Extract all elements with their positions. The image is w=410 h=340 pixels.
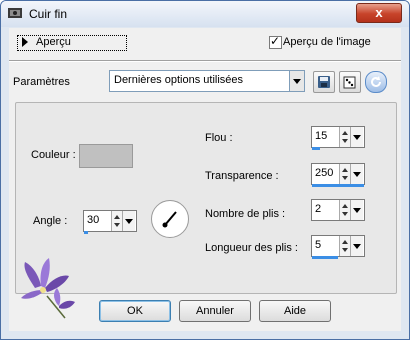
chevron-down-icon[interactable] <box>289 71 304 91</box>
angle-label: Angle : <box>33 215 68 227</box>
plis-value: 2 <box>315 203 322 215</box>
ok-button-label: OK <box>127 305 143 317</box>
help-button[interactable]: Aide <box>259 300 331 322</box>
chevron-down-icon[interactable] <box>350 236 363 256</box>
spin-down-icon[interactable] <box>342 176 348 180</box>
settings-selected-value: Dernières options utilisées <box>114 74 244 86</box>
plis-label: Nombre de plis : <box>205 208 286 220</box>
checkmark-icon: ✓ <box>270 34 281 48</box>
flou-level-bar <box>312 147 320 150</box>
spin-down-icon[interactable] <box>342 212 348 216</box>
longueur-spinner[interactable] <box>339 236 350 256</box>
angle-field[interactable]: 30 <box>83 210 137 234</box>
preview-toggle-button[interactable]: Aperçu <box>17 35 127 51</box>
window-title: Cuir fin <box>29 7 68 21</box>
close-button[interactable]: x <box>356 3 402 23</box>
chevron-down-icon[interactable] <box>122 211 135 231</box>
spin-down-icon[interactable] <box>342 139 348 143</box>
app-icon <box>8 8 22 18</box>
cancel-button[interactable]: Annuler <box>179 300 251 322</box>
random-icon <box>343 76 356 89</box>
dialog-client-area: Aperçu ✓ Aperçu de l'image Paramètres De… <box>9 28 401 331</box>
flou-value: 15 <box>315 130 328 142</box>
flou-spinner[interactable] <box>339 127 350 147</box>
spin-up-icon[interactable] <box>342 131 348 135</box>
spin-up-icon[interactable] <box>114 215 120 219</box>
random-settings-button[interactable] <box>339 71 361 93</box>
angle-dial[interactable] <box>151 200 189 238</box>
flou-field[interactable]: 15 <box>311 126 365 150</box>
separator <box>9 60 401 62</box>
plis-field[interactable]: 2 <box>311 199 365 221</box>
transparence-field[interactable]: 250 <box>311 163 365 187</box>
reset-settings-button[interactable] <box>365 71 387 93</box>
longueur-level-bar <box>312 256 338 259</box>
angle-value: 30 <box>87 214 100 226</box>
dialog-window: Cuir fin x Aperçu ✓ Aperçu de l'image Pa… <box>0 0 410 340</box>
color-label: Couleur : <box>31 149 76 161</box>
longueur-value: 5 <box>315 239 322 251</box>
preview-row: Aperçu ✓ Aperçu de l'image <box>15 34 395 52</box>
save-icon <box>318 76 330 88</box>
spin-up-icon[interactable] <box>342 168 348 172</box>
chevron-down-icon[interactable] <box>350 164 363 184</box>
settings-select[interactable]: Dernières options utilisées <box>109 70 305 92</box>
ok-button[interactable]: OK <box>99 300 171 322</box>
plis-spinner[interactable] <box>339 200 350 220</box>
longueur-label: Longueur des plis : <box>205 242 298 254</box>
title-bar: Cuir fin x <box>1 1 409 27</box>
transparence-label: Transparence : <box>205 170 279 182</box>
angle-spinner[interactable] <box>111 211 122 231</box>
transparence-value: 250 <box>315 167 334 179</box>
angle-level-bar <box>84 231 88 234</box>
flou-label: Flou : <box>205 132 233 144</box>
preview-toggle-label: Aperçu <box>36 36 71 48</box>
transparence-spinner[interactable] <box>339 164 350 184</box>
preview-image-checkbox[interactable]: ✓ <box>269 34 282 49</box>
spin-down-icon[interactable] <box>114 223 120 227</box>
cancel-button-label: Annuler <box>196 305 234 317</box>
color-swatch[interactable] <box>79 144 133 168</box>
chevron-down-icon[interactable] <box>350 200 363 220</box>
save-settings-button[interactable] <box>313 71 335 93</box>
spin-up-icon[interactable] <box>342 240 348 244</box>
spin-up-icon[interactable] <box>342 204 348 208</box>
close-icon: x <box>375 5 383 20</box>
chevron-down-icon[interactable] <box>350 127 363 147</box>
spin-down-icon[interactable] <box>342 248 348 252</box>
longueur-field[interactable]: 5 <box>311 235 365 259</box>
reset-icon <box>371 76 381 87</box>
expand-arrow-icon <box>22 37 28 47</box>
settings-label: Paramètres <box>13 76 70 88</box>
preview-image-label: Aperçu de l'image <box>283 36 371 48</box>
help-button-label: Aide <box>283 305 307 317</box>
flower-icon <box>21 258 75 319</box>
transparence-level-bar <box>312 184 364 187</box>
